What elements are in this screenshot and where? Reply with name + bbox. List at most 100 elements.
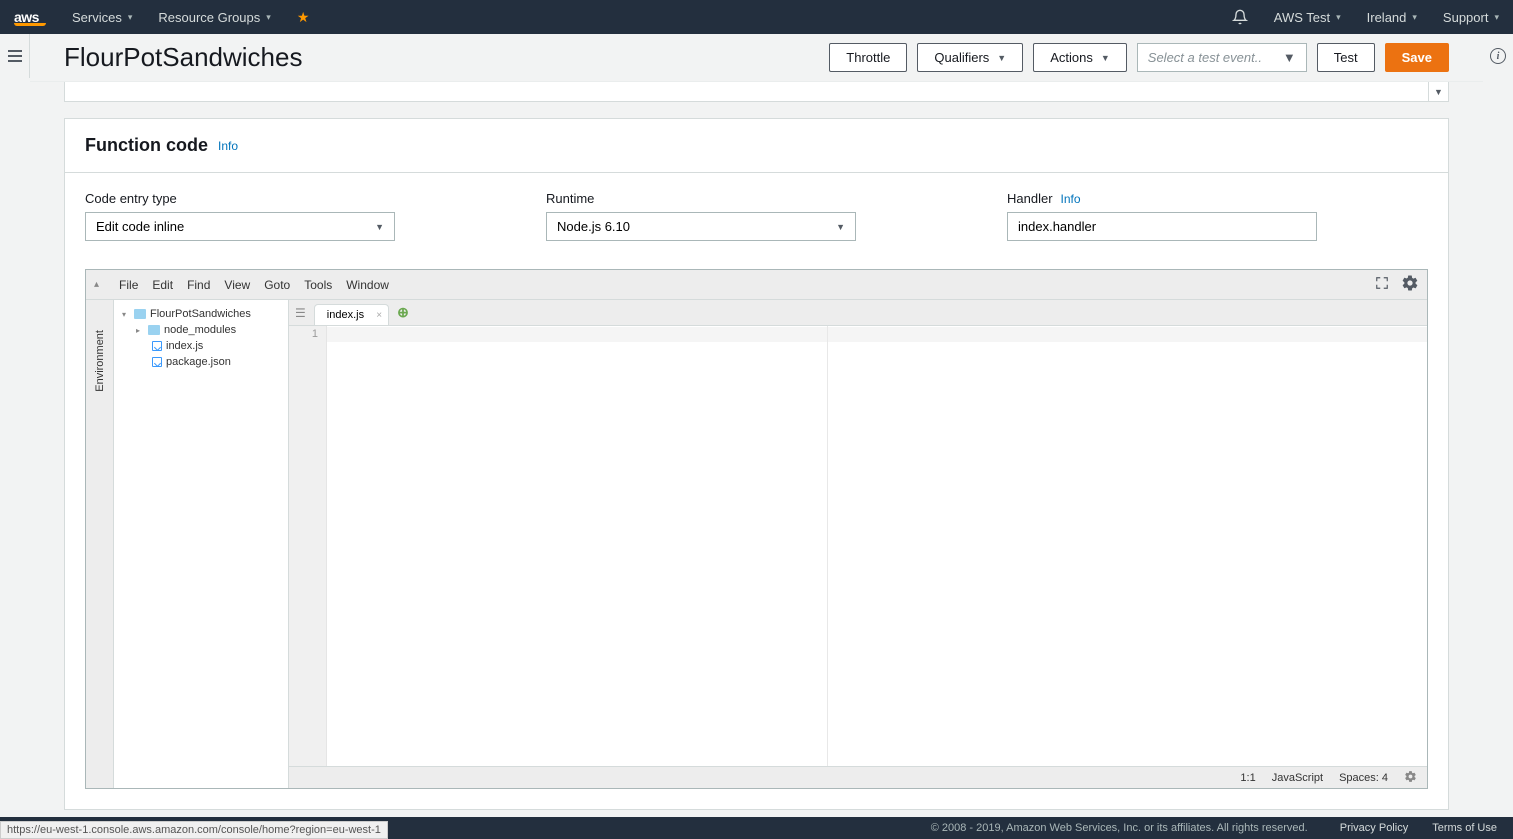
tab-index-js-label: index.js (327, 309, 364, 321)
tree-node-modules-label: node_modules (164, 324, 236, 336)
triangle-down-icon: ▼ (1101, 53, 1110, 63)
menu-find[interactable]: Find (187, 278, 210, 292)
runtime-value: Node.js 6.10 (557, 219, 630, 234)
code-entry-type-value: Edit code inline (96, 219, 184, 234)
triangle-down-icon: ▼ (836, 222, 845, 232)
print-margin (827, 326, 828, 766)
recent-files-icon[interactable]: ☰ (295, 306, 306, 320)
nav-resource-groups[interactable]: Resource Groups ▾ (158, 10, 270, 25)
tree-package-json-label: package.json (166, 356, 231, 368)
nav-services[interactable]: Services ▾ (72, 10, 132, 25)
handler-label-text: Handler (1007, 191, 1053, 206)
qualifiers-label: Qualifiers (934, 50, 989, 65)
caret-down-icon: ▾ (128, 12, 133, 23)
triangle-down-icon: ▼ (1283, 50, 1296, 65)
handler-info-link[interactable]: Info (1061, 192, 1081, 206)
nav-account-label: AWS Test (1274, 10, 1330, 25)
tab-index-js[interactable]: index.js × (314, 304, 389, 325)
sidebar-toggle[interactable] (0, 34, 30, 78)
actions-button[interactable]: Actions ▼ (1033, 43, 1127, 72)
folder-icon (148, 325, 160, 335)
editor-statusbar: 1:1 JavaScript Spaces: 4 (289, 766, 1427, 788)
privacy-policy-link[interactable]: Privacy Policy (1340, 822, 1408, 834)
save-button[interactable]: Save (1385, 43, 1449, 72)
browser-status-url: https://eu-west-1.console.aws.amazon.com… (0, 821, 388, 839)
code-content[interactable]: 1 (289, 326, 1427, 766)
new-tab-icon[interactable]: ⊕ (397, 304, 409, 321)
caret-down-icon: ▾ (1494, 12, 1499, 23)
handler-label: Handler Info (1007, 191, 1428, 206)
language-mode[interactable]: JavaScript (1272, 772, 1323, 784)
current-line-highlight (327, 327, 1427, 342)
tree-index-js[interactable]: index.js (118, 338, 284, 354)
actions-label: Actions (1050, 50, 1093, 65)
info-icon: i (1490, 48, 1506, 64)
handler-input[interactable] (1007, 212, 1317, 241)
dropdown-caret-icon[interactable]: ▼ (1428, 82, 1448, 102)
test-event-placeholder: Select a test event.. (1148, 50, 1262, 65)
nav-account[interactable]: AWS Test ▾ (1274, 10, 1341, 25)
code-entry-type-label: Code entry type (85, 191, 506, 206)
nav-services-label: Services (72, 10, 122, 25)
function-code-info-link[interactable]: Info (218, 139, 238, 153)
caret-down-icon: ▾ (1412, 12, 1417, 23)
runtime-label: Runtime (546, 191, 967, 206)
main-content: FlourPotSandwiches Throttle Qualifiers ▼… (30, 34, 1483, 817)
close-tab-icon[interactable]: × (376, 310, 382, 321)
triangle-down-icon: ▼ (997, 53, 1006, 63)
nav-support[interactable]: Support ▾ (1443, 10, 1499, 25)
function-code-title: Function code (85, 135, 208, 156)
menu-tools[interactable]: Tools (304, 278, 332, 292)
top-nav: aws Services ▾ Resource Groups ▾ ★ AWS T… (0, 0, 1513, 34)
pin-icon[interactable]: ★ (297, 9, 310, 26)
fullscreen-icon[interactable] (1375, 276, 1389, 293)
terms-of-use-link[interactable]: Terms of Use (1432, 822, 1497, 834)
function-header: FlourPotSandwiches Throttle Qualifiers ▼… (30, 34, 1483, 82)
nav-support-label: Support (1443, 10, 1489, 25)
hamburger-icon (8, 50, 22, 62)
editor-tab-bar: ☰ index.js × ⊕ (289, 300, 1427, 326)
tree-root[interactable]: ▾ FlourPotSandwiches (118, 306, 284, 322)
code-area: ☰ index.js × ⊕ 1 (289, 300, 1427, 788)
file-icon (152, 357, 162, 367)
nav-resource-groups-label: Resource Groups (158, 10, 260, 25)
runtime-select[interactable]: Node.js 6.10 ▼ (546, 212, 856, 241)
file-icon (152, 341, 162, 351)
function-code-panel: Function code Info Code entry type Edit … (64, 118, 1449, 810)
line-gutter: 1 (289, 326, 327, 766)
throttle-button[interactable]: Throttle (829, 43, 907, 72)
menu-file[interactable]: File (119, 278, 138, 292)
code-text-area[interactable] (327, 326, 1427, 766)
gear-icon[interactable] (1401, 274, 1419, 295)
menu-goto[interactable]: Goto (264, 278, 290, 292)
menu-edit[interactable]: Edit (152, 278, 173, 292)
tree-toggle-icon: ▾ (122, 310, 130, 319)
environment-tab[interactable]: Environment (86, 300, 114, 788)
info-panel-toggle[interactable]: i (1483, 34, 1513, 78)
code-editor: ▴ File Edit Find View Goto Tools Window (85, 269, 1428, 789)
tree-package-json[interactable]: package.json (118, 354, 284, 370)
code-entry-type-select[interactable]: Edit code inline ▼ (85, 212, 395, 241)
nav-region-label: Ireland (1367, 10, 1407, 25)
caret-down-icon: ▾ (266, 12, 271, 23)
cursor-position: 1:1 (1240, 772, 1255, 784)
test-button[interactable]: Test (1317, 43, 1375, 72)
indentation[interactable]: Spaces: 4 (1339, 772, 1388, 784)
folder-icon (134, 309, 146, 319)
menu-view[interactable]: View (224, 278, 250, 292)
editor-body: Environment ▾ FlourPotSandwiches ▸ node_… (86, 300, 1427, 788)
tree-toggle-icon: ▸ (136, 326, 144, 335)
status-gear-icon[interactable] (1404, 770, 1417, 786)
editor-menubar: ▴ File Edit Find View Goto Tools Window (86, 270, 1427, 300)
collapse-editor-icon[interactable]: ▴ (94, 279, 99, 290)
nav-region[interactable]: Ireland ▾ (1367, 10, 1417, 25)
menu-window[interactable]: Window (346, 278, 389, 292)
triangle-down-icon: ▼ (375, 222, 384, 232)
function-actions: Throttle Qualifiers ▼ Actions ▼ Select a… (829, 43, 1449, 72)
tree-node-modules[interactable]: ▸ node_modules (118, 322, 284, 338)
file-tree: ▾ FlourPotSandwiches ▸ node_modules inde… (114, 300, 289, 788)
aws-logo[interactable]: aws (14, 9, 46, 26)
test-event-select[interactable]: Select a test event.. ▼ (1137, 43, 1307, 72)
qualifiers-button[interactable]: Qualifiers ▼ (917, 43, 1023, 72)
notifications-icon[interactable] (1232, 9, 1248, 25)
